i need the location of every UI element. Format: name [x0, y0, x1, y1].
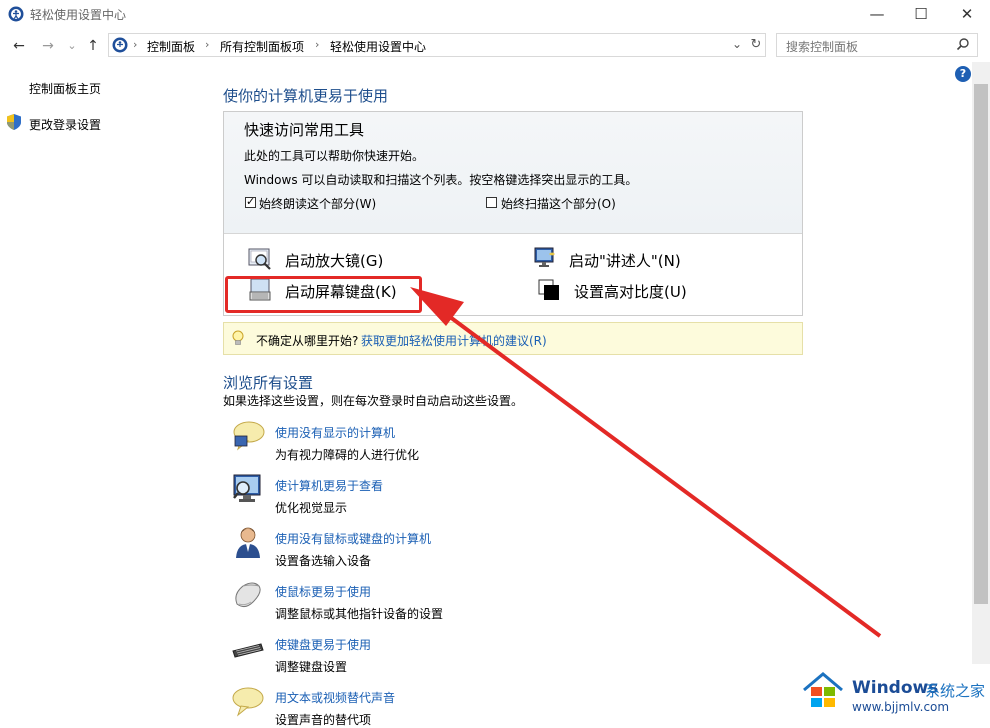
uac-shield-icon [7, 114, 21, 130]
checkmark-icon: ✓ [246, 195, 256, 208]
high-contrast-icon [538, 279, 559, 300]
settings-link-mouse[interactable]: 使鼠标更易于使用 [275, 583, 371, 600]
page-title: 使你的计算机更易于使用 [223, 87, 389, 105]
scrollbar-thumb[interactable] [974, 84, 988, 604]
watermark-url: www.bjjmlv.com [852, 700, 950, 714]
always-read-checkbox[interactable]: ✓ [245, 195, 256, 208]
always-scan-checkbox[interactable] [486, 197, 497, 208]
highlight-box [225, 276, 422, 313]
ease-of-access-icon [8, 6, 24, 22]
settings-link-easier-to-see[interactable]: 使计算机更易于查看 [275, 477, 383, 494]
breadcrumb-all-items[interactable]: 所有控制面板项 [220, 38, 304, 55]
window-title: 轻松使用设置中心 [30, 8, 127, 22]
close-button[interactable]: ✕ [944, 0, 990, 28]
settings-desc-sound-alternatives: 设置声音的替代项 [275, 713, 372, 727]
help-icon[interactable]: ? [955, 66, 971, 82]
set-high-contrast-link[interactable]: 设置高对比度(U) [574, 281, 687, 302]
keyboard-icon [232, 643, 264, 658]
settings-link-keyboard[interactable]: 使键盘更易于使用 [275, 636, 371, 653]
start-magnifier-link[interactable]: 启动放大镜(G) [285, 250, 383, 271]
magnifier-icon [248, 248, 271, 270]
always-read-label[interactable]: 始终朗读这个部分(W) [259, 195, 376, 212]
tip-text: 不确定从哪里开始? [256, 334, 359, 348]
title-bar [0, 0, 990, 28]
browse-settings-heading: 浏览所有设置 [223, 374, 314, 392]
settings-desc-easier-to-see: 优化视觉显示 [275, 501, 348, 515]
refresh-button[interactable]: ↻ [747, 34, 765, 56]
minimize-button[interactable]: — [854, 0, 900, 28]
breadcrumb-ease-of-access[interactable]: 轻松使用设置中心 [330, 38, 426, 55]
start-narrator-link[interactable]: 启动"讲述人"(N) [569, 250, 681, 271]
speech-balloon-icon [232, 687, 264, 717]
search-input[interactable]: 搜索控制面板 [786, 38, 858, 55]
watermark-site-name: 系统之家 [925, 682, 986, 700]
breadcrumb-separator: › [315, 38, 320, 51]
search-icon[interactable] [956, 37, 970, 51]
settings-desc-keyboard: 调整键盘设置 [275, 660, 348, 674]
control-panel-icon [112, 37, 128, 53]
settings-link-sound-alternatives[interactable]: 用文本或视频替代声音 [275, 689, 395, 706]
settings-desc-mouse: 调整鼠标或其他指针设备的设置 [275, 607, 444, 621]
back-button[interactable]: ← [9, 36, 29, 56]
sidebar-item-change-sign-in-settings[interactable]: 更改登录设置 [29, 116, 101, 133]
quick-access-description: 此处的工具可以帮助你快速开始。 [244, 149, 425, 163]
settings-desc-no-mouse-keyboard: 设置备选输入设备 [275, 554, 372, 568]
speech-balloon-icon [233, 421, 265, 451]
sidebar-item-control-panel-home[interactable]: 控制面板主页 [29, 80, 101, 97]
settings-desc-no-display: 为有视力障碍的人进行优化 [275, 448, 420, 462]
settings-link-no-display[interactable]: 使用没有显示的计算机 [275, 424, 395, 441]
lightbulb-icon [232, 330, 244, 345]
recent-locations-button[interactable]: ⌄ [62, 36, 82, 56]
maximize-button[interactable]: ☐ [898, 0, 944, 28]
up-button[interactable]: ↑ [83, 36, 103, 56]
forward-button[interactable]: → [38, 36, 58, 56]
settings-link-no-mouse-keyboard[interactable]: 使用没有鼠标或键盘的计算机 [275, 530, 431, 547]
tip-link[interactable]: 获取更加轻松使用计算机的建议(R) [361, 332, 547, 349]
address-dropdown-button[interactable]: ⌄ [732, 37, 742, 51]
mouse-icon [235, 582, 261, 608]
windows-logo-icon [803, 672, 843, 707]
breadcrumb-separator: › [133, 38, 138, 51]
quick-access-scan-description: Windows 可以自动读取和扫描这个列表。按空格键选择突出显示的工具。 [244, 173, 638, 187]
annotation-arrow [410, 287, 882, 638]
breadcrumb-separator: › [205, 38, 210, 51]
breadcrumb-control-panel[interactable]: 控制面板 [147, 38, 195, 55]
quick-access-title: 快速访问常用工具 [244, 121, 365, 139]
always-scan-label[interactable]: 始终扫描这个部分(O) [501, 195, 616, 212]
narrator-icon [534, 247, 555, 267]
user-icon [236, 527, 260, 558]
monitor-magnifier-icon [233, 474, 261, 502]
browse-settings-description: 如果选择这些设置，则在每次登录时自动启动这些设置。 [223, 394, 524, 408]
